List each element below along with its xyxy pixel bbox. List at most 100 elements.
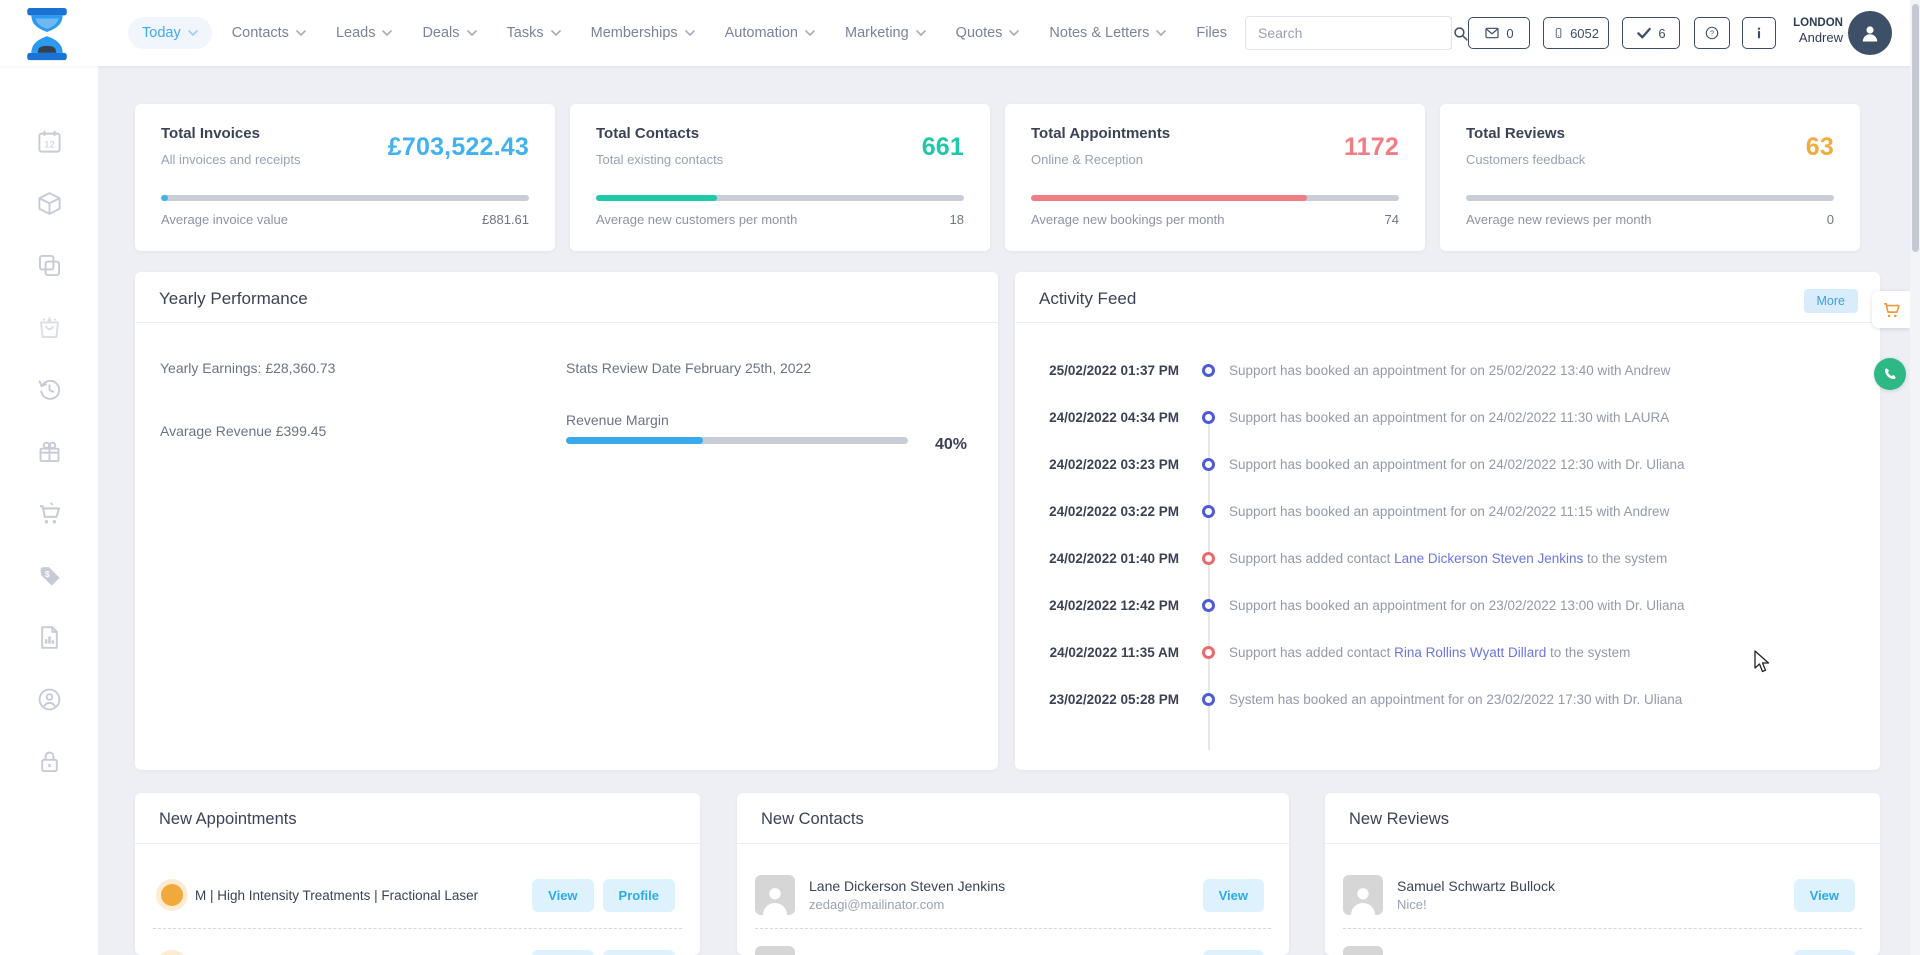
avatar xyxy=(1343,875,1383,915)
chevron-down-icon xyxy=(916,28,926,38)
activity-feed-item: 24/02/2022 03:22 PM Support has booked a… xyxy=(1015,488,1880,535)
stat-title: Total Appointments xyxy=(1031,125,1170,142)
cart-widget-button[interactable] xyxy=(1872,291,1910,328)
sidebar-item-shop[interactable] xyxy=(36,500,63,527)
search-icon xyxy=(1452,25,1469,42)
sidebar-item-security[interactable] xyxy=(36,748,63,775)
whatsapp-chat-button[interactable] xyxy=(1874,358,1906,390)
nav-item-notes-letters[interactable]: Notes & Letters xyxy=(1039,17,1176,49)
scrollbar-track[interactable] xyxy=(1910,0,1920,955)
view-button[interactable]: View xyxy=(1203,950,1264,955)
stat-value: 1172 xyxy=(1344,133,1399,162)
stat-progress xyxy=(1466,195,1834,201)
sidebar-item-pages[interactable] xyxy=(36,252,63,279)
contact-link[interactable]: Lane Dickerson Steven Jenkins xyxy=(1394,551,1583,566)
sidebar-item-gift[interactable] xyxy=(36,438,63,465)
view-button[interactable]: View xyxy=(1203,879,1264,912)
sidebar-item-account[interactable] xyxy=(36,686,63,713)
feed-text: Support has added contact Lane Dickerson… xyxy=(1229,551,1667,566)
stat-title: Total Reviews xyxy=(1466,125,1565,142)
sidebar-item-reports[interactable] xyxy=(36,624,63,651)
mail-button[interactable]: 0 xyxy=(1468,17,1530,49)
app-logo[interactable] xyxy=(22,7,72,59)
nav-label: Automation xyxy=(725,25,798,41)
nav-label: Notes & Letters xyxy=(1049,25,1149,41)
avatar xyxy=(755,946,795,955)
nav-item-files[interactable]: Files xyxy=(1186,17,1237,49)
contact-link[interactable]: Rina Rollins Wyatt Dillard xyxy=(1394,645,1546,660)
divider xyxy=(135,843,700,844)
nav-item-today[interactable]: Today xyxy=(128,17,212,49)
stat-card-contacts: Total Contacts Total existing contacts 6… xyxy=(570,104,990,251)
stat-footer-label: Average new customers per month xyxy=(596,212,797,227)
phone-icon xyxy=(1553,25,1564,41)
stat-footer-value: 74 xyxy=(1385,212,1399,227)
feed-timestamp: 24/02/2022 01:40 PM xyxy=(1015,551,1179,566)
new-contacts-panel: New Contacts Lane Dickerson Steven Jenki… xyxy=(737,793,1289,955)
search-input[interactable] xyxy=(1246,17,1451,49)
activity-feed-item: 24/02/2022 04:34 PM Support has booked a… xyxy=(1015,394,1880,441)
nav-item-marketing[interactable]: Marketing xyxy=(835,17,936,49)
nav-item-contacts[interactable]: Contacts xyxy=(222,17,316,49)
search-button[interactable] xyxy=(1451,17,1469,49)
yearly-performance-panel: Yearly Performance Yearly Earnings: £28,… xyxy=(135,272,998,770)
svg-text:?: ? xyxy=(1710,29,1714,38)
activity-feed-panel: Activity Feed More 25/02/2022 01:37 PM S… xyxy=(1015,272,1880,770)
help-icon: ? xyxy=(1704,25,1720,41)
user-meta[interactable]: LONDON Andrew xyxy=(1781,16,1843,47)
activity-feed-item: 25/02/2022 01:37 PM Support has booked a… xyxy=(1015,347,1880,394)
scrollbar-thumb[interactable] xyxy=(1912,4,1919,252)
nav-item-deals[interactable]: Deals xyxy=(412,17,486,49)
appointment-row: M | High Intensity Treatments | Fraction… xyxy=(135,862,700,928)
feed-text: Support has booked an appointment for on… xyxy=(1229,363,1670,378)
sidebar-item-booking[interactable] xyxy=(36,314,63,341)
chevron-down-icon xyxy=(805,28,815,38)
review-row: Alex Stefan View xyxy=(1325,933,1880,955)
nav-item-tasks[interactable]: Tasks xyxy=(497,17,571,49)
mail-icon xyxy=(1484,25,1500,41)
sidebar-item-products[interactable] xyxy=(36,190,63,217)
info-icon xyxy=(1752,25,1766,41)
more-button[interactable]: More xyxy=(1804,289,1858,313)
view-button[interactable]: View xyxy=(1794,879,1855,912)
sidebar-item-pricing[interactable]: $ xyxy=(36,562,63,589)
view-button[interactable]: View xyxy=(532,879,593,912)
view-button[interactable]: View xyxy=(1794,950,1855,955)
stat-title: Total Contacts xyxy=(596,125,699,142)
sidebar-item-calendar[interactable]: 12 xyxy=(36,128,63,155)
stat-footer: Average new reviews per month 0 xyxy=(1466,212,1834,227)
feed-timestamp: 24/02/2022 03:22 PM xyxy=(1015,504,1179,519)
chevron-down-icon xyxy=(467,28,477,38)
sidebar-item-history[interactable] xyxy=(36,376,63,403)
feed-dot-icon xyxy=(1202,411,1215,424)
profile-button[interactable]: Profile xyxy=(603,950,675,955)
help-button[interactable]: ? xyxy=(1694,17,1730,49)
task-count-badge: 6 xyxy=(1658,26,1665,41)
tasks-done-button[interactable]: 6 xyxy=(1622,17,1680,49)
phone-button[interactable]: 6052 xyxy=(1543,17,1609,49)
panel-title: New Contacts xyxy=(761,810,864,829)
activity-feed-item: 24/02/2022 01:40 PM Support has added co… xyxy=(1015,535,1880,582)
user-name: Andrew xyxy=(1781,30,1843,46)
profile-button[interactable]: Profile xyxy=(603,879,675,912)
view-button[interactable]: View xyxy=(532,950,593,955)
info-button[interactable] xyxy=(1742,17,1776,49)
svg-text:12: 12 xyxy=(44,140,55,151)
nav-item-quotes[interactable]: Quotes xyxy=(946,17,1030,49)
contact-name: Lane Dickerson Steven Jenkins xyxy=(809,878,1005,894)
lock-icon xyxy=(36,748,63,775)
appointment-status-icon xyxy=(161,884,183,906)
gift-icon xyxy=(36,438,63,465)
nav-item-automation[interactable]: Automation xyxy=(715,17,825,49)
user-avatar[interactable] xyxy=(1848,11,1892,55)
panel-title: Activity Feed xyxy=(1039,289,1136,309)
history-icon xyxy=(36,376,63,403)
chevron-down-icon xyxy=(296,28,306,38)
nav-item-leads[interactable]: Leads xyxy=(326,17,403,49)
activity-feed-item: 24/02/2022 03:23 PM Support has booked a… xyxy=(1015,441,1880,488)
nav-item-memberships[interactable]: Memberships xyxy=(581,17,705,49)
average-revenue: Avarage Revenue £399.45 xyxy=(160,423,326,439)
feed-text: Support has booked an appointment for on… xyxy=(1229,410,1669,425)
mail-count-badge: 0 xyxy=(1506,26,1513,41)
stat-progress xyxy=(161,195,529,201)
